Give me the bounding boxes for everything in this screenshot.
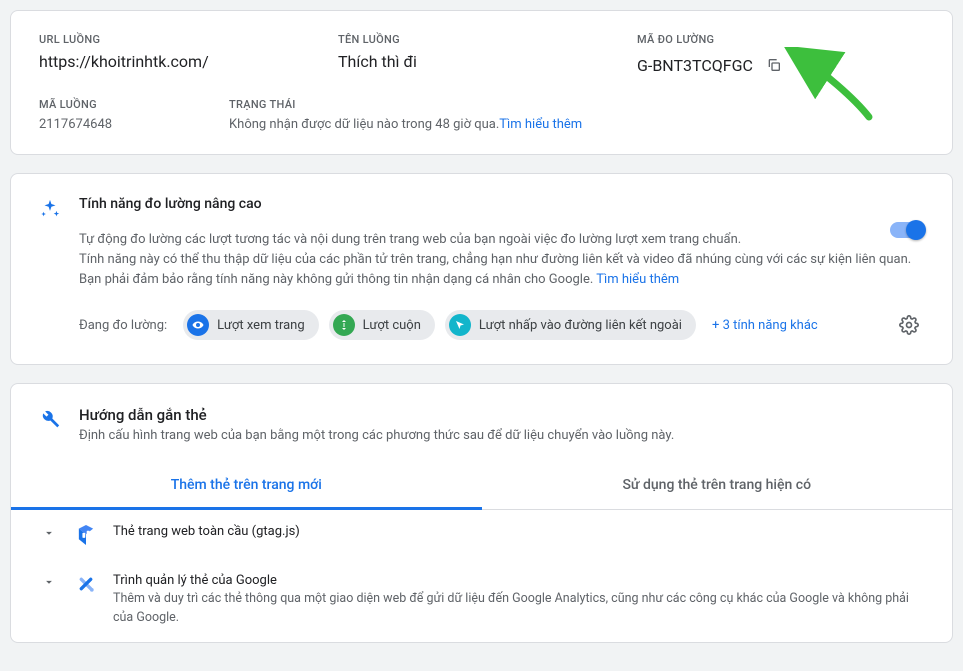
gtm-title: Trình quản lý thẻ của Google xyxy=(113,573,924,588)
enhanced-measurement-title: Tính năng đo lường nâng cao xyxy=(79,196,924,212)
chevron-down-icon[interactable] xyxy=(39,526,59,540)
enhanced-learn-more-link[interactable]: Tìm hiểu thêm xyxy=(596,272,679,287)
gtag-row[interactable]: Thẻ trang web toàn cầu (gtag.js) xyxy=(11,510,952,559)
field-label-measurement-id: MÃ ĐO LƯỜNG xyxy=(637,33,924,46)
field-value-name: Thích thì đi xyxy=(338,52,625,71)
status-text: Không nhận được dữ liệu nào trong 48 giờ… xyxy=(229,117,499,132)
pill-pageviews: Lượt xem trang xyxy=(183,310,318,340)
gtag-title: Thẻ trang web toàn cầu (gtag.js) xyxy=(113,524,924,539)
gear-icon[interactable] xyxy=(894,310,924,340)
enhanced-measurement-toggle[interactable] xyxy=(890,222,924,238)
stream-status-field: TRẠNG THÁI Không nhận được dữ liệu nào t… xyxy=(229,98,924,132)
enhanced-measurement-card: Tính năng đo lường nâng cao Tự động đo l… xyxy=(10,173,953,365)
tab-existing-tag[interactable]: Sử dụng thẻ trên trang hiện có xyxy=(482,463,953,509)
stream-details-card: URL LUỒNG https://khoitrinhtk.com/ TÊN L… xyxy=(10,10,953,155)
eye-icon xyxy=(187,314,209,336)
tagging-subtitle: Định cấu hình trang web của bạn bằng một… xyxy=(79,428,674,443)
enhanced-measurement-body: Tự động đo lường các lượt tương tác và n… xyxy=(79,232,911,287)
tagging-title: Hướng dẫn gắn thẻ xyxy=(79,406,674,424)
tab-new-tag[interactable]: Thêm thẻ trên trang mới xyxy=(11,463,482,510)
field-label-stream-id: MÃ LUỒNG xyxy=(39,98,229,111)
stream-name-field: TÊN LUỒNG Thích thì đi xyxy=(338,33,625,78)
field-label-url: URL LUỒNG xyxy=(39,33,326,46)
copy-icon[interactable] xyxy=(761,52,787,78)
field-value-stream-id: 2117674648 xyxy=(39,117,229,132)
tagging-tabs: Thêm thẻ trên trang mới Sử dụng thẻ trên… xyxy=(11,463,952,510)
measuring-label: Đang đo lường: xyxy=(79,318,167,333)
pill-scrolls: Lượt cuộn xyxy=(329,310,435,340)
chevron-down-icon[interactable] xyxy=(39,575,59,589)
tagging-instructions-card: Hướng dẫn gắn thẻ Định cấu hình trang we… xyxy=(10,383,953,643)
wrench-icon xyxy=(39,408,61,430)
sparkle-icon xyxy=(39,198,61,220)
pill-outbound-clicks: Lượt nhấp vào đường liên kết ngoài xyxy=(445,310,696,340)
stream-url-field: URL LUỒNG https://khoitrinhtk.com/ xyxy=(39,33,326,78)
scroll-icon xyxy=(333,314,355,336)
stream-id-field: MÃ LUỒNG 2117674648 xyxy=(39,98,229,132)
field-label-name: TÊN LUỒNG xyxy=(338,33,625,46)
field-label-status: TRẠNG THÁI xyxy=(229,98,924,111)
gtag-icon xyxy=(75,525,97,545)
gtm-description: Thêm và duy trì các thẻ thông qua một gi… xyxy=(113,590,924,628)
gtm-row[interactable]: Trình quản lý thẻ của Google Thêm và duy… xyxy=(11,559,952,642)
gtm-icon xyxy=(75,574,97,594)
field-value-measurement-id: G-BNT3TCQFGC xyxy=(637,56,753,75)
more-events-link[interactable]: + 3 tính năng khác xyxy=(712,318,818,333)
field-value-url: https://khoitrinhtk.com/ xyxy=(39,52,326,71)
status-learn-more-link[interactable]: Tìm hiểu thêm xyxy=(499,117,582,132)
stream-measurement-id-field: MÃ ĐO LƯỜNG G-BNT3TCQFGC xyxy=(637,33,924,78)
cursor-icon xyxy=(449,314,471,336)
